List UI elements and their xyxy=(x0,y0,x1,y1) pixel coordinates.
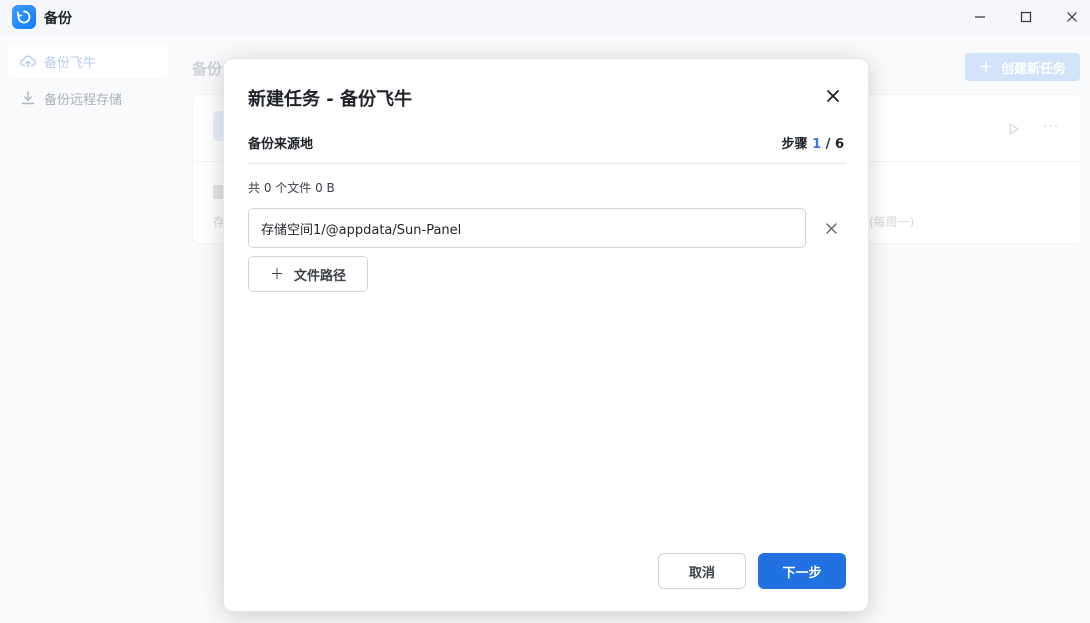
dialog-close-button[interactable] xyxy=(822,85,844,107)
close-icon xyxy=(825,222,837,234)
add-file-path-button[interactable]: ＋ 文件路径 xyxy=(248,256,368,292)
file-summary: 共 0 个文件 0 B xyxy=(248,181,335,195)
source-path-input[interactable] xyxy=(248,208,806,248)
remove-path-button[interactable] xyxy=(820,217,842,239)
maximize-button[interactable] xyxy=(1006,4,1046,30)
divider xyxy=(248,163,846,164)
step-prefix: 步骤 xyxy=(781,137,808,152)
step-indicator: 步骤 1 / 6 xyxy=(782,133,844,152)
minimize-icon xyxy=(975,16,985,18)
close-window-button[interactable] xyxy=(1052,4,1090,30)
next-step-button[interactable]: 下一步 xyxy=(758,553,846,589)
step-total: / 6 xyxy=(825,137,844,152)
cancel-button[interactable]: 取消 xyxy=(658,553,746,589)
title-bar: 备份 xyxy=(0,0,1090,36)
dialog-title: 新建任务 - 备份飞牛 xyxy=(248,89,413,110)
step-current: 1 xyxy=(812,137,822,152)
close-icon xyxy=(827,90,839,102)
add-path-label: 文件路径 xyxy=(293,268,346,284)
new-task-dialog: 新建任务 - 备份飞牛 备份来源地 步骤 1 / 6 共 0 个文件 0 B ＋… xyxy=(223,58,869,612)
plus-icon: ＋ xyxy=(269,267,284,283)
maximize-icon xyxy=(1020,11,1032,23)
backup-refresh-icon xyxy=(12,5,36,29)
section-label: 备份来源地 xyxy=(248,137,314,152)
minimize-button[interactable] xyxy=(960,4,1000,30)
close-icon xyxy=(1067,12,1077,22)
window-title: 备份 xyxy=(44,11,72,27)
